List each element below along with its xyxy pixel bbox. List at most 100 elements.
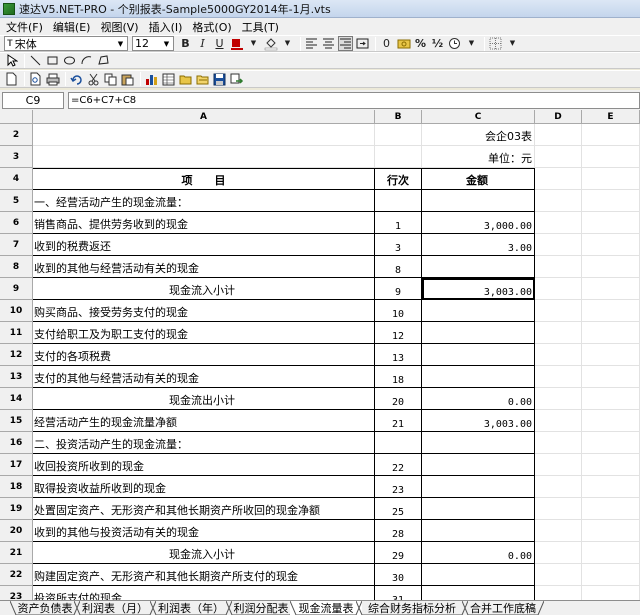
chart-button[interactable] [144,72,159,87]
row-header[interactable]: 4 [0,168,33,190]
cell-b-row-18[interactable]: 23 [375,476,422,498]
cell-a-row-20[interactable]: 收到的其他与投资活动有关的现金 [33,520,375,542]
cell-c-row-8[interactable] [422,256,535,278]
cell-e-row-6[interactable] [582,212,640,234]
cell-a-row-13[interactable]: 支付的其他与经营活动有关的现金 [33,366,375,388]
new-button[interactable] [4,72,19,87]
cell-e-row-2[interactable] [582,124,640,146]
cell-b-row-10[interactable]: 10 [375,300,422,322]
select-all-corner[interactable] [0,110,33,124]
print-preview-button[interactable] [28,72,43,87]
cell-a-row-21[interactable]: 现金流入小计 [33,542,375,564]
align-center-button[interactable] [321,36,336,51]
cell-e-row-15[interactable] [582,410,640,432]
ellipse-tool-button[interactable] [62,53,77,68]
rectangle-tool-button[interactable] [45,53,60,68]
cell-d-row-2[interactable] [535,124,582,146]
cell-a-row-14[interactable]: 现金流出小计 [33,388,375,410]
cell-c-row-11[interactable] [422,322,535,344]
cell-c-row-9[interactable]: 3,003.00 [422,278,535,300]
column-header-d[interactable]: D [535,110,582,124]
row-header[interactable]: 23 [0,586,33,600]
formula-input[interactable]: =C6+C7+C8 [68,91,640,109]
cell-d-row-9[interactable] [535,278,582,300]
cell-a-row-3[interactable] [33,146,375,168]
cell-c-row-19[interactable] [422,498,535,520]
cell-c-row-22[interactable] [422,564,535,586]
cell-e-row-19[interactable] [582,498,640,520]
cell-d-row-3[interactable] [535,146,582,168]
sheet-tab[interactable]: 利润表（月） [74,601,156,615]
fill-color-button[interactable] [263,36,278,51]
sheet-button[interactable] [161,72,176,87]
open-file-button[interactable] [195,72,210,87]
borders-dropdown[interactable]: ▼ [505,36,520,51]
cell-d-row-19[interactable] [535,498,582,520]
cell-a-row-6[interactable]: 销售商品、提供劳务收到的现金 [33,212,375,234]
cell-e-row-8[interactable] [582,256,640,278]
percent-button[interactable]: % [413,36,428,51]
cell-e-row-21[interactable] [582,542,640,564]
cell-a-row-8[interactable]: 收到的其他与经营活动有关的现金 [33,256,375,278]
chevron-down-icon[interactable]: ▼ [161,38,172,49]
cell-a-row-11[interactable]: 支付给职工及为职工支付的现金 [33,322,375,344]
font-name-select[interactable]: 𝐓 宋体 ▼ [4,36,128,51]
cell-e-row-11[interactable] [582,322,640,344]
sheet-tab[interactable]: 资产负债表 [10,601,80,615]
cell-d-row-20[interactable] [535,520,582,542]
row-header[interactable]: 21 [0,542,33,564]
clock-button[interactable] [447,36,462,51]
cell-a-row-9[interactable]: 现金流入小计 [33,278,375,300]
menu-view[interactable]: 视图(V) [100,19,138,35]
print-button[interactable] [45,72,60,87]
cell-e-row-9[interactable] [582,278,640,300]
cell-d-row-7[interactable] [535,234,582,256]
cell-e-row-12[interactable] [582,344,640,366]
cell-a-row-5[interactable]: 一、经营活动产生的现金流量： [33,190,375,212]
cell-d-row-10[interactable] [535,300,582,322]
sheet-tab[interactable]: 综合财务指标分析 [356,601,468,615]
polygon-tool-button[interactable] [96,53,111,68]
cut-button[interactable] [86,72,101,87]
cell-e-row-16[interactable] [582,432,640,454]
column-header-c[interactable]: C [422,110,535,124]
cell-c-row-7[interactable]: 3.00 [422,234,535,256]
cell-e-row-3[interactable] [582,146,640,168]
menu-format[interactable]: 格式(O) [192,19,231,35]
row-header[interactable]: 14 [0,388,33,410]
cell-e-row-22[interactable] [582,564,640,586]
row-header[interactable]: 17 [0,454,33,476]
menu-insert[interactable]: 插入(I) [149,19,183,35]
cell-c-row-12[interactable] [422,344,535,366]
row-header[interactable]: 9 [0,278,33,300]
cell-c-row-3[interactable]: 单位：元 [422,146,535,168]
cell-b-row-7[interactable]: 3 [375,234,422,256]
cell-e-row-13[interactable] [582,366,640,388]
cell-a-row-23[interactable]: 投资所支付的现金 [33,586,375,600]
copy-button[interactable] [103,72,118,87]
sheet-tab[interactable]: 合并工作底稿 [462,601,544,615]
row-header[interactable]: 8 [0,256,33,278]
cell-b-row-21[interactable]: 29 [375,542,422,564]
italic-button[interactable]: I [195,36,210,51]
align-left-button[interactable] [304,36,319,51]
decimal-button[interactable]: 0 [379,36,394,51]
cell-b-row-6[interactable]: 1 [375,212,422,234]
column-header-b[interactable]: B [375,110,422,124]
merge-cells-button[interactable] [355,36,370,51]
cell-d-row-13[interactable] [535,366,582,388]
cell-d-row-11[interactable] [535,322,582,344]
arc-tool-button[interactable] [79,53,94,68]
row-header[interactable]: 20 [0,520,33,542]
cell-c-row-15[interactable]: 3,003.00 [422,410,535,432]
row-header[interactable]: 13 [0,366,33,388]
cell-e-row-23[interactable] [582,586,640,600]
currency-button[interactable] [396,36,411,51]
paste-button[interactable] [120,72,135,87]
sheet-tab[interactable]: 利润分配表 [226,601,296,615]
cell-a-row-4[interactable]: 项 目 [33,168,375,190]
open-button[interactable] [178,72,193,87]
row-header[interactable]: 7 [0,234,33,256]
cell-reference-box[interactable]: C9 [2,91,64,109]
font-color-dropdown[interactable]: ▼ [246,36,261,51]
